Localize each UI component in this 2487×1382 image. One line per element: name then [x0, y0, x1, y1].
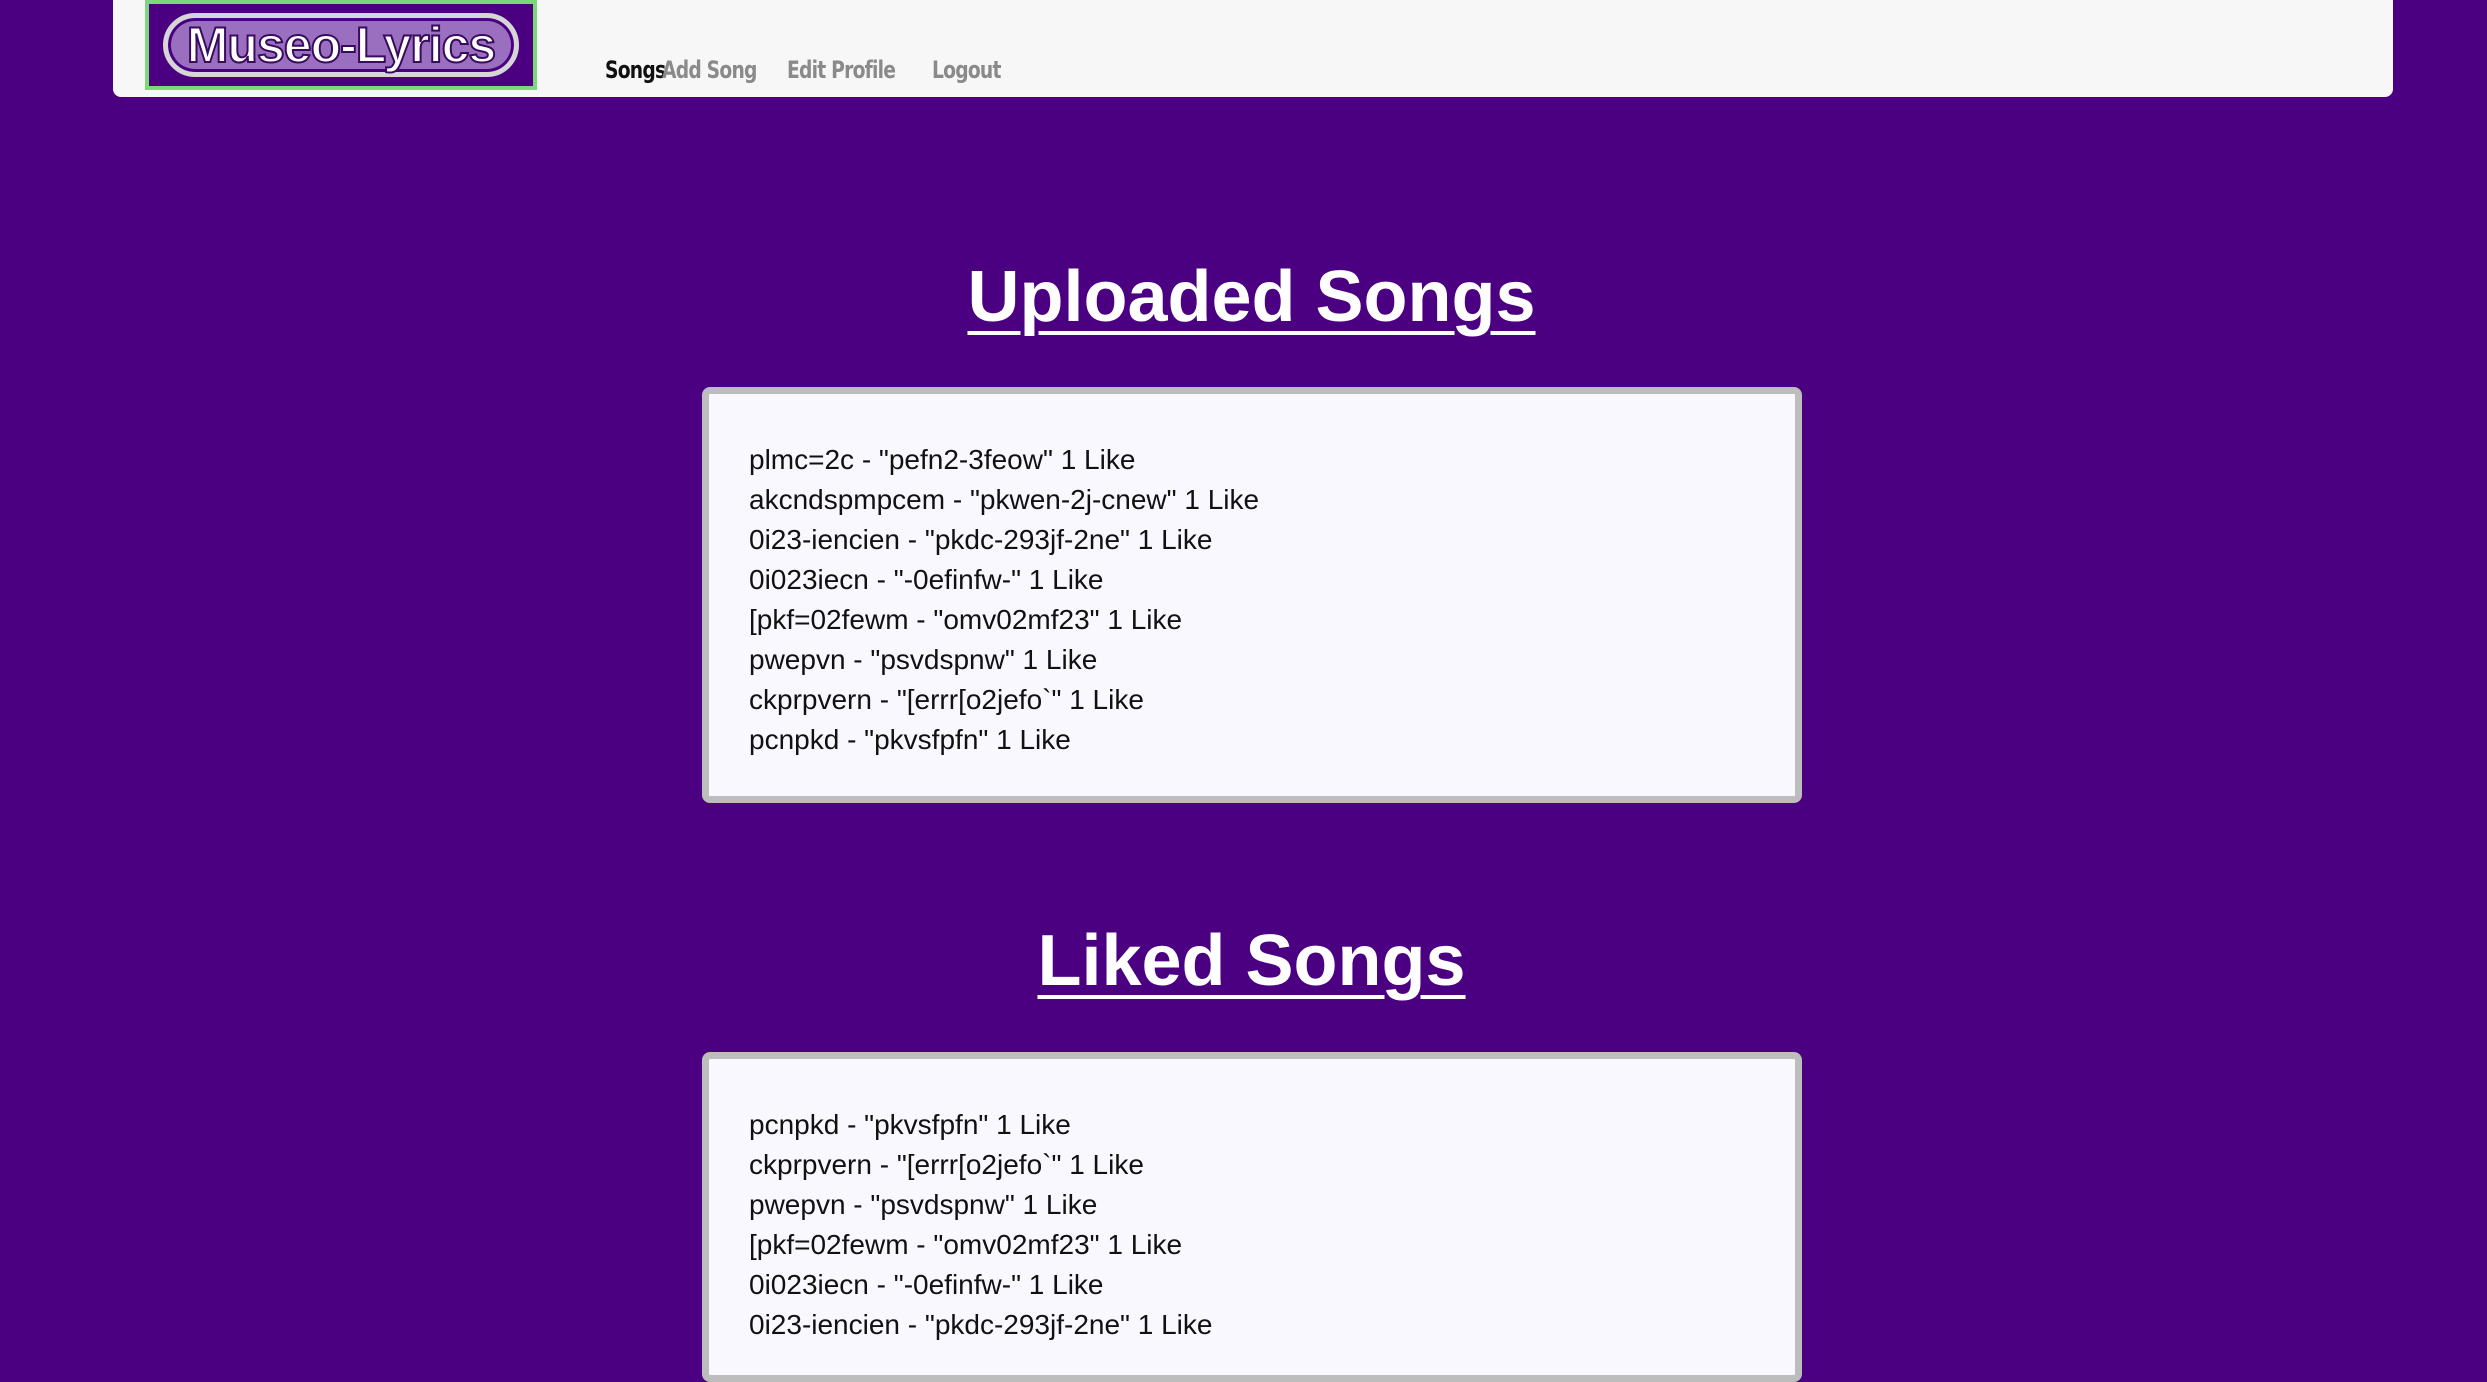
- liked-song-item[interactable]: 0i23-iencien - "pkdc-293jf-2ne" 1 Like: [749, 1305, 1755, 1345]
- liked-songs-heading: Liked Songs: [1037, 921, 1466, 1001]
- uploaded-song-item[interactable]: pwepvn - "psvdspnw" 1 Like: [749, 640, 1755, 680]
- nav-add-song-link[interactable]: Add Song: [662, 56, 757, 84]
- uploaded-song-item[interactable]: 0i023iecn - "-0efinfw-" 1 Like: [749, 560, 1755, 600]
- uploaded-song-item[interactable]: pcnpkd - "pkvsfpfn" 1 Like: [749, 720, 1755, 760]
- liked-song-item[interactable]: pcnpkd - "pkvsfpfn" 1 Like: [749, 1105, 1755, 1145]
- nav-logout-link[interactable]: Logout: [932, 56, 1001, 84]
- liked-song-item[interactable]: [pkf=02fewm - "omv02mf23" 1 Like: [749, 1225, 1755, 1265]
- logo-pill: Museo-Lyrics: [163, 13, 519, 77]
- nav-edit-profile-link[interactable]: Edit Profile: [787, 56, 896, 84]
- liked-songs-list: pcnpkd - "pkvsfpfn" 1 Like ckprpvern - "…: [749, 1105, 1755, 1345]
- uploaded-song-item[interactable]: 0i23-iencien - "pkdc-293jf-2ne" 1 Like: [749, 520, 1755, 560]
- uploaded-songs-heading: Uploaded Songs: [967, 257, 1536, 337]
- main-nav: Songs Add Song Edit Profile Logout: [605, 56, 1001, 84]
- uploaded-song-item[interactable]: akcndspmpcem - "pkwen-2j-cnew" 1 Like: [749, 480, 1755, 520]
- uploaded-songs-list: plmc=2c - "pefn2-3feow" 1 Like akcndspmp…: [749, 440, 1755, 760]
- uploaded-songs-card: plmc=2c - "pefn2-3feow" 1 Like akcndspmp…: [702, 387, 1802, 803]
- nav-songs-link[interactable]: Songs: [605, 56, 666, 84]
- uploaded-song-item[interactable]: plmc=2c - "pefn2-3feow" 1 Like: [749, 440, 1755, 480]
- logo[interactable]: Museo-Lyrics: [145, 0, 537, 90]
- uploaded-song-item[interactable]: [pkf=02fewm - "omv02mf23" 1 Like: [749, 600, 1755, 640]
- uploaded-song-item[interactable]: ckprpvern - "[errr[o2jefo`" 1 Like: [749, 680, 1755, 720]
- liked-song-item[interactable]: pwepvn - "psvdspnw" 1 Like: [749, 1185, 1755, 1225]
- liked-song-item[interactable]: 0i023iecn - "-0efinfw-" 1 Like: [749, 1265, 1755, 1305]
- liked-song-item[interactable]: ckprpvern - "[errr[o2jefo`" 1 Like: [749, 1145, 1755, 1185]
- logo-text: Museo-Lyrics: [186, 17, 497, 73]
- top-navbar: Museo-Lyrics Songs Add Song Edit Profile…: [113, 0, 2393, 97]
- liked-songs-card: pcnpkd - "pkvsfpfn" 1 Like ckprpvern - "…: [702, 1052, 1802, 1382]
